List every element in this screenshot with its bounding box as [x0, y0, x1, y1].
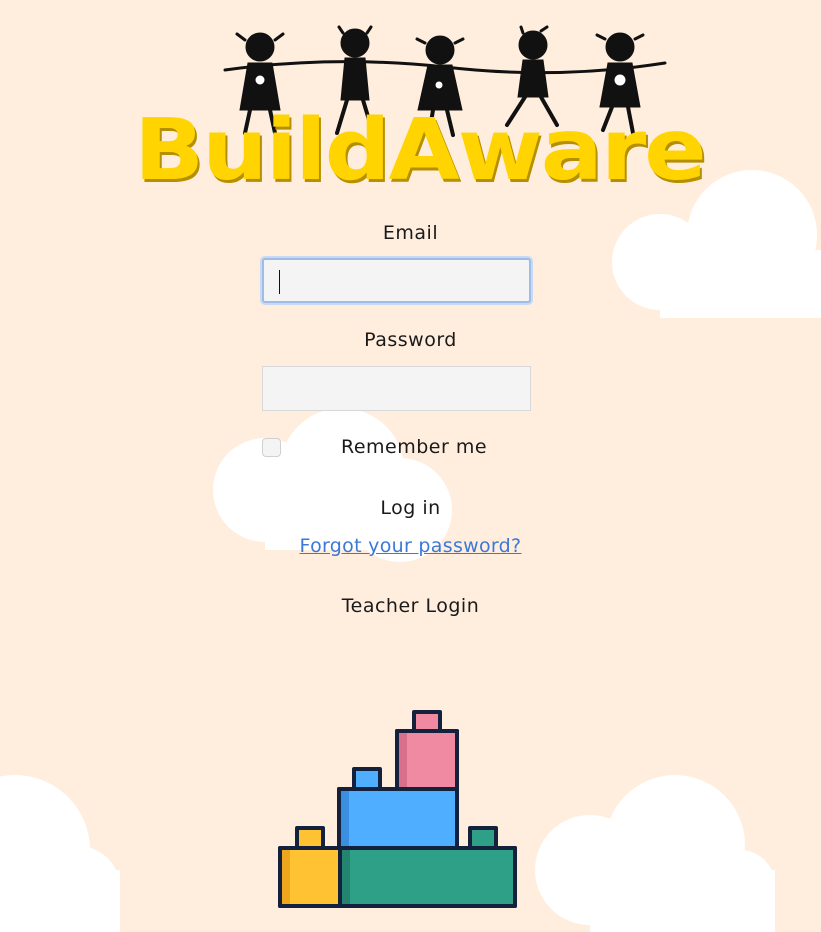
password-field[interactable] [262, 366, 531, 411]
logo-text: BuildAware [134, 100, 707, 200]
remember-me-label[interactable]: Remember me [341, 436, 487, 458]
password-label: Password [364, 329, 457, 351]
stacked-toy-blocks-icon [278, 710, 517, 908]
remember-me-checkbox[interactable] [262, 438, 281, 457]
buildaware-logo: BuildAware [130, 25, 707, 205]
email-field[interactable] [262, 258, 531, 303]
login-button[interactable]: Log in [0, 497, 821, 519]
cloud-bottom-right [535, 775, 775, 932]
email-label: Email [382, 222, 439, 244]
forgot-password-link[interactable]: Forgot your password? [300, 535, 522, 557]
forgot-password-container: Forgot your password? [0, 535, 821, 557]
teacher-login-link[interactable]: Teacher Login [0, 595, 821, 617]
cloud-bottom-left [0, 775, 120, 932]
text-caret [279, 270, 280, 294]
